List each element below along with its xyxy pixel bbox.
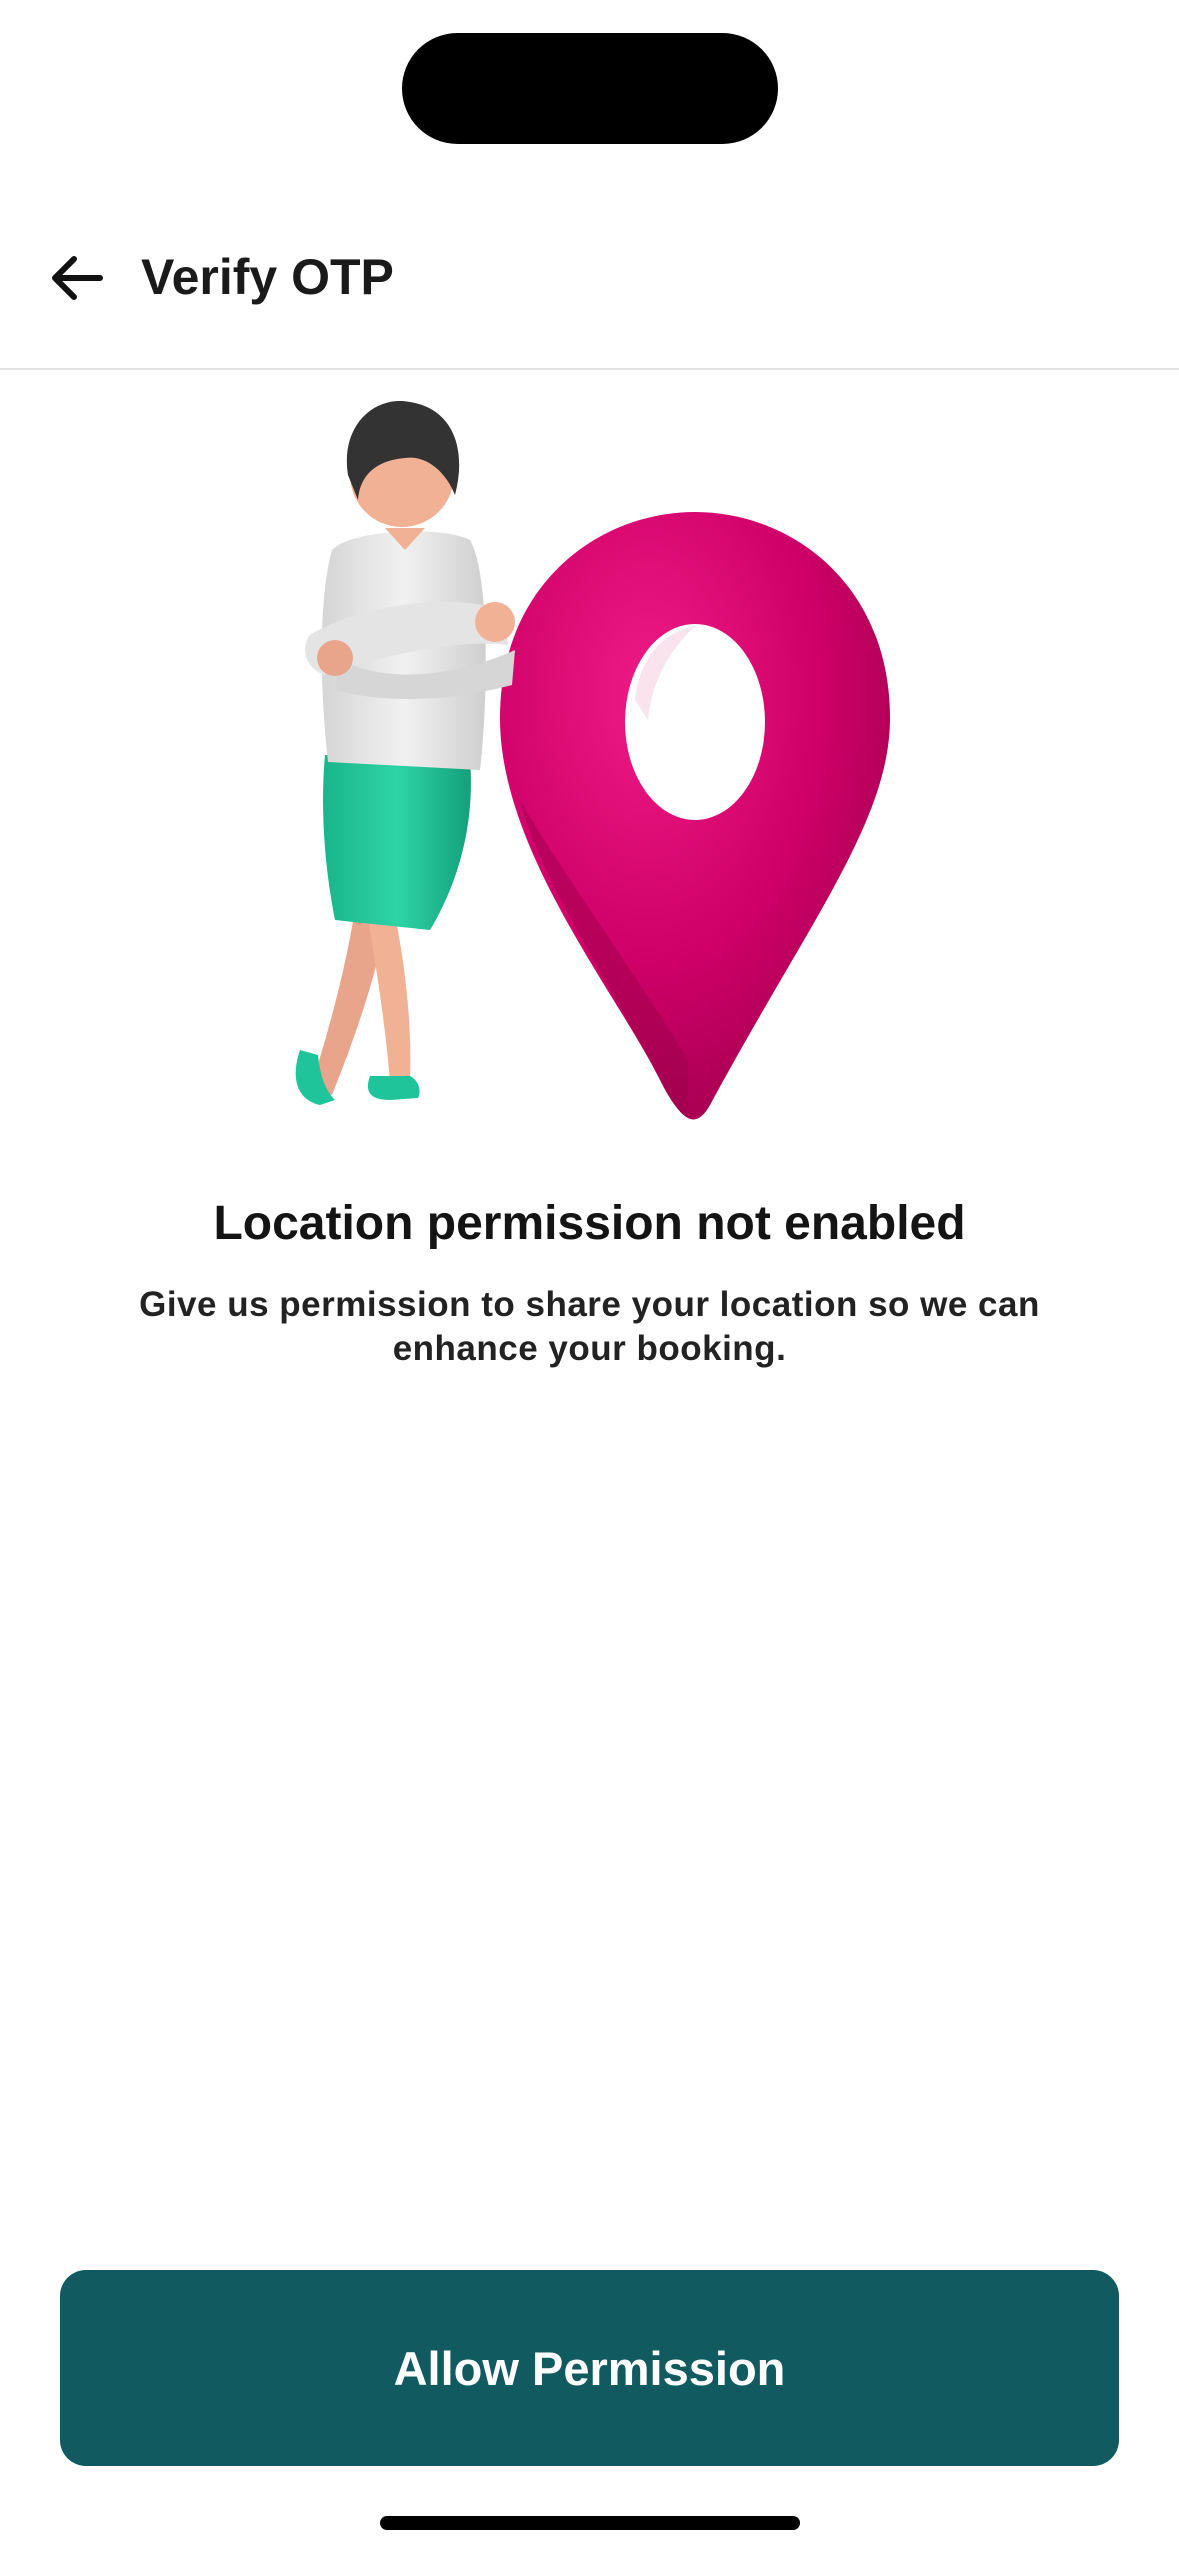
home-indicator xyxy=(380,2516,800,2530)
back-button[interactable] xyxy=(36,238,116,318)
permission-title: Location permission not enabled xyxy=(213,1197,966,1250)
location-pin-icon xyxy=(500,512,890,1120)
arrow-left-icon xyxy=(52,256,103,300)
woman-figure-icon xyxy=(295,400,515,1105)
allow-permission-label: Allow Permission xyxy=(393,2341,786,2395)
dynamic-island xyxy=(402,33,778,144)
app-header: Verify OTP xyxy=(0,200,1179,370)
page-title: Verify OTP xyxy=(141,249,394,305)
permission-description: Give us permission to share your locatio… xyxy=(139,1285,1040,1368)
allow-permission-button[interactable]: Allow Permission xyxy=(60,2270,1119,2466)
screen: Verify OTP Location permission not enabl… xyxy=(0,0,1179,2556)
location-illustration xyxy=(295,400,890,1120)
